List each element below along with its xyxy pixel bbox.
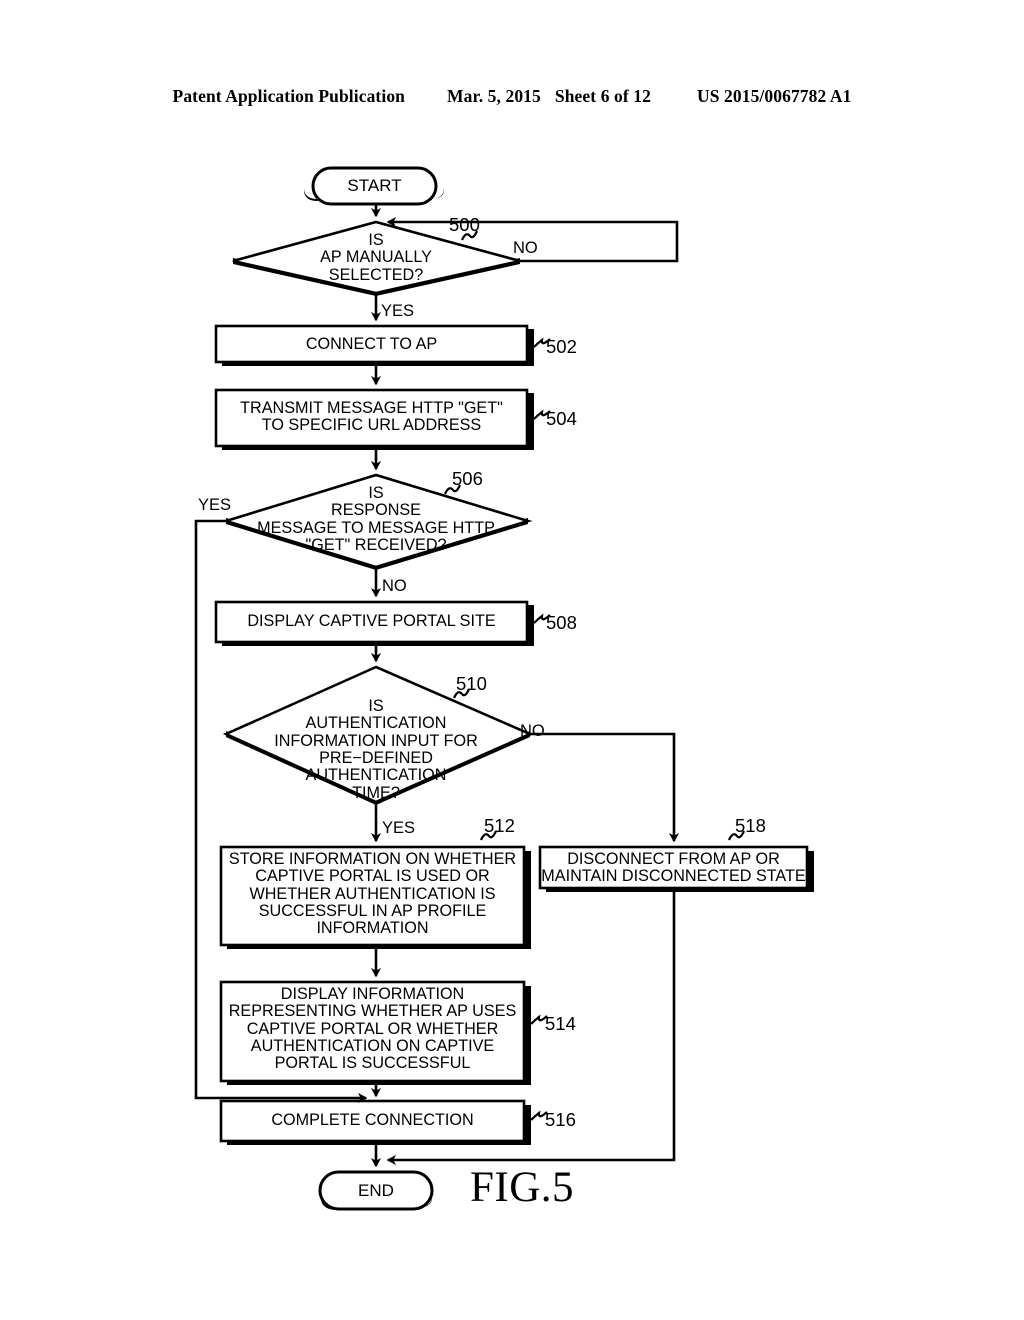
ref-number-518: 518 [735,815,766,836]
ref-number-514: 514 [545,1013,576,1034]
node-504-label: TRANSMIT MESSAGE HTTP "GET" TO SPECIFIC … [240,399,503,435]
node-518-label: DISCONNECT FROM AP OR MAINTAIN DISCONNEC… [541,850,806,886]
branch-label-510-yes: YES [382,819,416,837]
node-510-label: IS AUTHENTICATION INFORMATION INPUT FOR … [274,697,478,802]
branch-label-500-yes: YES [381,302,415,320]
node-502-label: CONNECT TO AP [305,335,438,353]
ref-number-502: 502 [546,336,577,357]
node-end-label: END [358,1181,394,1200]
node-514-label: DISPLAY INFORMATION REPRESENTING WHETHER… [228,985,517,1073]
figure-caption: FIG.5 [470,1164,575,1211]
node-516-label: COMPLETE CONNECTION [271,1111,474,1129]
ref-number-510: 510 [456,673,487,694]
branch-label-506-no: NO [382,577,407,595]
branch-label-510-no: NO [520,722,545,740]
ref-number-506: 506 [452,468,483,489]
node-start-label: START [347,176,402,195]
ref-number-512: 512 [484,815,515,836]
branch-label-500-no: NO [513,239,538,257]
ref-number-516: 516 [545,1109,576,1130]
node-500-label: IS AP MANUALLY SELECTED? [320,231,432,284]
node-512-label: STORE INFORMATION ON WHETHER CAPTIVE POR… [228,850,517,938]
ref-number-504: 504 [546,408,577,429]
node-506-label: IS RESPONSE MESSAGE TO MESSAGE HTTP "GET… [257,484,495,554]
branch-label-506-yes: YES [198,496,232,514]
ref-number-508: 508 [546,612,577,633]
ref-number-500: 500 [449,214,480,235]
node-508-label: DISPLAY CAPTIVE PORTAL SITE [247,612,496,630]
edge-510-no-to-518 [530,732,680,843]
